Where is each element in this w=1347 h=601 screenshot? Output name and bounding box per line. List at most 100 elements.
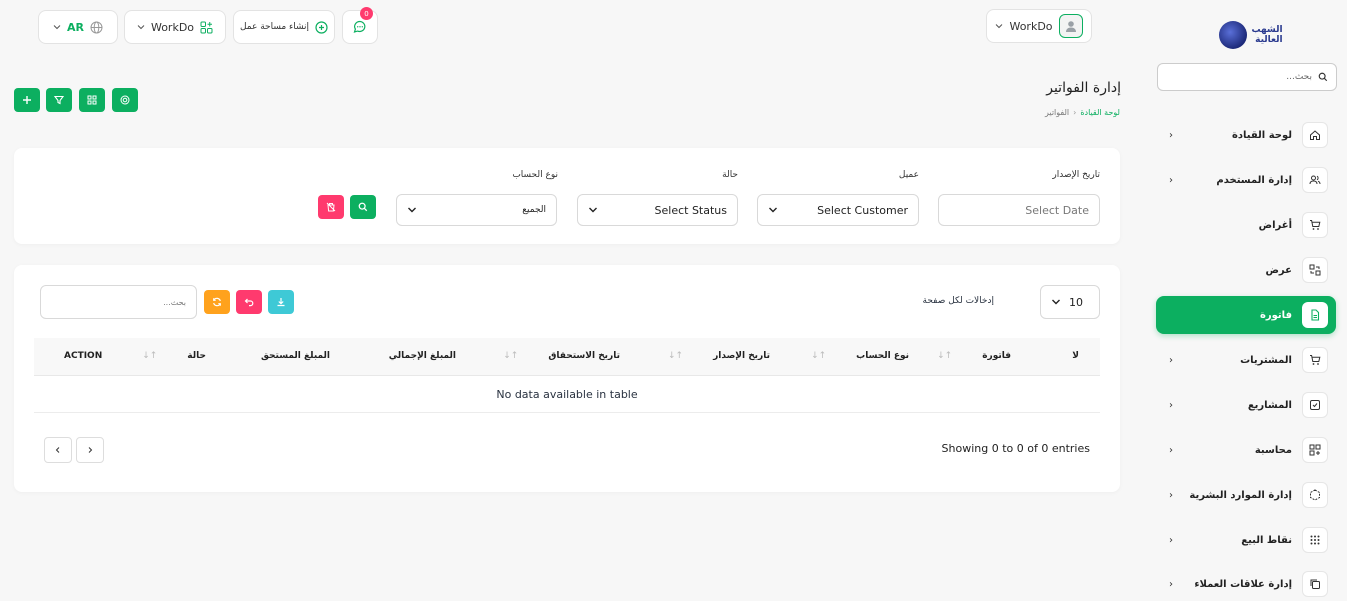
column-label: تاريخ الاستحقاق	[548, 351, 620, 361]
user-menu-button[interactable]: WorkDo	[986, 9, 1092, 43]
reload-button[interactable]	[204, 290, 230, 314]
hexagon-icon	[1302, 482, 1328, 508]
page-title: إدارة الفواتير	[1046, 80, 1121, 96]
sidebar-item-label: نقاط البيع	[1241, 534, 1292, 546]
globe-logo-icon	[1219, 21, 1248, 49]
customer-select[interactable]: Select Customer	[757, 194, 919, 226]
sidebar-item-crm[interactable]: إدارة علاقات العملاء ‹	[1156, 565, 1336, 601]
sidebar-item-dashboard[interactable]: لوحة القيادة ‹	[1156, 116, 1336, 154]
sidebar-item-items[interactable]: أغراض	[1156, 206, 1336, 244]
sidebar-item-user-management[interactable]: إدارة المستخدم ‹	[1156, 161, 1336, 199]
sort-icon: ↑↓	[811, 351, 827, 361]
column-header-action: ACTION	[64, 351, 102, 361]
sidebar-item-label: إدارة المستخدم	[1216, 174, 1292, 186]
column-header-due-amount[interactable]: المبلغ المستحق	[261, 351, 330, 361]
per-page-select[interactable]: 10	[1040, 285, 1100, 319]
sidebar-item-hrm[interactable]: إدارة الموارد البشرية ‹	[1156, 476, 1336, 514]
sidebar-item-purchases[interactable]: المشتريات ‹	[1156, 341, 1336, 379]
chat-icon	[353, 20, 367, 34]
chevron-left-icon: ‹	[1169, 489, 1173, 501]
reset-button[interactable]	[236, 290, 262, 314]
search-icon	[358, 202, 368, 212]
chevron-down-icon	[407, 205, 417, 215]
logo-text-line2: العالية	[1255, 35, 1283, 45]
checkbox-icon	[1302, 392, 1328, 418]
issue-date-input[interactable]: Select Date	[938, 194, 1100, 226]
chevron-down-icon	[588, 205, 598, 215]
brand-logo[interactable]: الشهب العالية	[1206, 18, 1296, 52]
column-header-total-amount[interactable]: المبلغ الإجمالي	[389, 351, 456, 361]
filter-icon	[54, 95, 64, 105]
status-label: حالة	[722, 170, 738, 180]
export-button[interactable]	[268, 290, 294, 314]
sort-icon: ↑↓	[503, 351, 519, 361]
chevron-down-icon	[768, 205, 778, 215]
column-label: لا	[1072, 351, 1079, 361]
chevron-down-icon	[1051, 297, 1061, 307]
prev-page-button[interactable]	[44, 437, 72, 463]
chevron-right-icon	[86, 446, 94, 454]
column-label: حالة	[187, 351, 206, 361]
language-switcher[interactable]: AR	[38, 10, 118, 44]
sidebar-item-label: إدارة الموارد البشرية	[1189, 489, 1292, 501]
table-search-input[interactable]: بحث...	[40, 285, 197, 319]
sidebar-item-projects[interactable]: المشاريع ‹	[1156, 386, 1336, 424]
chevron-down-icon	[995, 22, 1003, 30]
sort-icon: ↑↓	[937, 351, 953, 361]
settings-button[interactable]	[112, 88, 138, 112]
chevron-left-icon	[54, 446, 62, 454]
apply-filter-button[interactable]	[350, 195, 376, 219]
breadcrumb-current: الفواتير	[1045, 108, 1070, 117]
chevron-left-icon: ‹	[1169, 534, 1173, 546]
add-invoice-button[interactable]	[14, 88, 40, 112]
breadcrumb-home-link[interactable]: لوحة القيادة	[1080, 108, 1120, 117]
messages-button[interactable]: 0	[342, 7, 378, 44]
apps-icon	[200, 21, 213, 34]
user-name: WorkDo	[1009, 19, 1053, 33]
column-header-account-type[interactable]: نوع الحساب ↑↓	[811, 351, 909, 361]
sidebar-item-label: محاسبة	[1254, 444, 1292, 456]
file-invoice-icon	[1302, 302, 1328, 328]
sidebar-item-label: لوحة القيادة	[1231, 129, 1292, 141]
chevron-left-icon: ‹	[1169, 399, 1173, 411]
column-header-invoice[interactable]: فاتورة ↑↓	[937, 351, 1011, 361]
status-select-value: Select Status	[654, 203, 727, 217]
grid-view-button[interactable]	[79, 88, 105, 112]
trash-off-icon	[326, 202, 336, 212]
issue-date-label: تاريخ الإصدار	[1052, 170, 1100, 180]
chevron-left-icon: ‹	[1169, 578, 1173, 590]
column-label: المبلغ الإجمالي	[388, 351, 456, 361]
transfer-icon	[1302, 257, 1328, 283]
breadcrumb-separator-icon: ‹	[1073, 108, 1077, 117]
logo-text-line1: الشهب	[1251, 25, 1283, 35]
sidebar-item-accounting[interactable]: محاسبة ‹	[1156, 431, 1336, 469]
column-header-due-date[interactable]: تاريخ الاستحقاق ↑↓	[503, 351, 620, 361]
avatar	[1058, 14, 1083, 38]
sidebar-item-label: المشاريع	[1247, 399, 1292, 411]
sidebar-item-label: المشتريات	[1240, 354, 1292, 366]
sidebar-item-pos[interactable]: نقاط البيع ‹	[1156, 521, 1336, 559]
plus-circle-icon	[315, 20, 328, 34]
sidebar-item-invoice[interactable]: فاتورة	[1156, 296, 1336, 334]
filter-button[interactable]	[46, 88, 72, 112]
home-icon	[1302, 122, 1328, 148]
column-label: ACTION	[64, 351, 103, 361]
status-select[interactable]: Select Status	[577, 194, 738, 226]
workspace-switcher[interactable]: WorkDo	[124, 10, 226, 44]
next-page-button[interactable]	[76, 437, 104, 463]
create-workspace-button[interactable]: إنشاء مساحة عمل	[233, 10, 335, 44]
column-label: نوع الحساب	[856, 351, 909, 361]
reset-filter-button[interactable]	[318, 195, 344, 219]
account-type-select[interactable]: الجميع	[396, 194, 557, 226]
create-workspace-label: إنشاء مساحة عمل	[239, 22, 310, 32]
sidebar: الشهب العالية بحث... لوحة القيادة ‹ إدار…	[1148, 0, 1347, 601]
sidebar-item-proposal[interactable]: عرض	[1156, 251, 1336, 289]
column-header-no[interactable]: لا	[1072, 351, 1079, 361]
download-icon	[276, 297, 286, 307]
plus-icon	[22, 95, 32, 105]
column-header-status[interactable]: حالة ↑↓	[142, 351, 206, 361]
sidebar-search-input[interactable]: بحث...	[1157, 63, 1337, 91]
account-type-select-value: الجميع	[522, 205, 546, 215]
breadcrumb: لوحة القيادة ‹ الفواتير	[1045, 108, 1120, 117]
column-header-issue-date[interactable]: تاريخ الإصدار ↑↓	[668, 351, 770, 361]
